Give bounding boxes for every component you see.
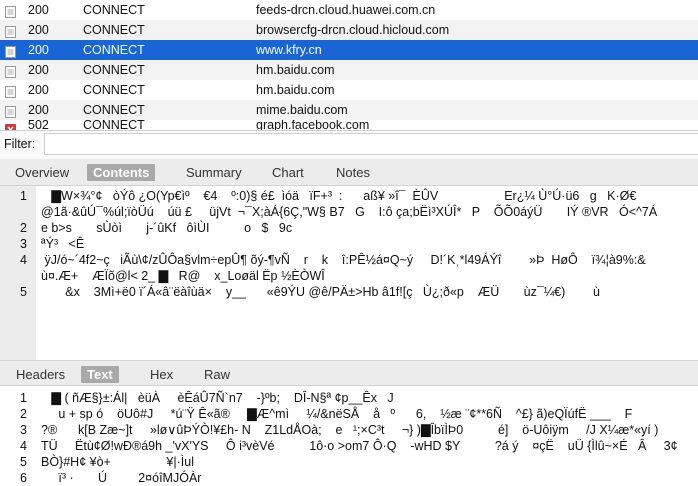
line-number: 5 [20,285,27,299]
tab-headers[interactable]: Headers [10,366,71,383]
line-text: ▇ ( ñÆ§}±:Ál| èüÀ èÊáÛ7Ñ`n7 -}ºb; DÎ-N§ª… [41,391,394,405]
content-line: 2 e b>s sÙòì j-´ûKf ôìÙI o $ 9c [0,220,698,236]
content-line: 4 ÿJ/ó~´4f2~ç iÃù\¢/zÛÔa§vlm÷epÛ¶ õý-¶vÑ… [0,252,698,268]
line-text: &x 3Mì+ë0 ï´Á«â¨ëàîùä× y__ «ê9ÝU @ê/PÄ±>… [41,285,600,299]
status-code: 200 [28,63,49,77]
content-line: 1 ▇W×¾°¢ òÝô ¿O(Yp€ìº €4 º:0)§ é£ ìóä ïF… [0,188,698,204]
line-number: 1 [20,189,27,203]
request-list: 200 CONNECT feeds-drcn.cloud.huawei.com.cn… [0,0,698,130]
content-line: 5 BÒ}#H¢ ¥ò+ ¥|·Ìul [0,454,698,470]
content-line: @1ã·&ûÚ¯%úl;ïòÜú úü £ üjVt ¬¯X;àÁ{6Ç,"W§… [0,204,698,220]
request-host: www.kfry.cn [256,43,322,57]
content-line: 6 ï³ · Ú 2¤óîMJÓÀr [0,470,698,486]
content-line: 3 ?® k[B Zæ~]t »lø∨ûÞÝÒ!¥£h- N Z1LdÅOà; e… [0,422,698,438]
line-number: 5 [20,455,27,469]
request-row[interactable]: 200 CONNECT browsercfg-drcn.cloud.hicloud.… [0,20,698,40]
line-number: 6 [20,471,27,485]
request-contents-pane[interactable]: 1 ▇W×¾°¢ òÝô ¿O(Yp€ìº €4 º:0)§ é£ ìóä ïF… [0,186,698,361]
request-method: CONNECT [83,3,145,17]
filter-bar: Filter: [0,130,698,160]
line-text: ?® k[B Zæ~]t »lø∨ûÞÝÒ!¥£h- N Z1LdÅOà; e … [41,423,659,437]
content-line: 3 ªÝ³ <Ê [0,236,698,252]
error-icon [5,122,16,130]
lock-document-icon [5,44,16,58]
lock-document-icon [5,24,16,38]
line-number: 4 [20,253,27,267]
request-tab-bar: Overview Contents Summary Chart Notes [0,159,698,186]
status-code: 200 [28,43,49,57]
response-tab-bar: Headers Text Hex Raw [0,361,698,386]
content-line: 1 ▇ ( ñÆ§}±:Ál| èüÀ èÊáÛ7Ñ`n7 -}ºb; DÎ-N… [0,390,698,406]
line-text: ªÝ³ <Ê [41,237,85,251]
filter-label: Filter: [4,137,36,151]
tab-raw[interactable]: Raw [198,366,236,383]
line-text: ï³ · Ú 2¤óîMJÓÀr [41,471,202,485]
lock-document-icon [5,64,16,78]
status-code: 200 [28,23,49,37]
request-method: CONNECT [83,43,145,57]
line-number: 1 [20,391,27,405]
request-method: CONNECT [83,63,145,77]
request-host: feeds-drcn.cloud.huawei.com.cn [256,3,436,17]
content-line: 4 TÜ Ëtù¢Ø!wÐ®á9h _'vX'YS Ô i³vèVé 1ô·o >… [0,438,698,454]
tab-chart[interactable]: Chart [266,164,310,181]
tab-notes[interactable]: Notes [330,164,376,181]
tab-summary[interactable]: Summary [180,164,248,181]
line-number: 2 [20,221,27,235]
line-text: ▇W×¾°¢ òÝô ¿O(Yp€ìº €4 º:0)§ é£ ìóä ïF+³… [41,189,637,203]
lock-document-icon [5,84,16,98]
request-row[interactable]: 200 CONNECT hm.baidu.com [0,80,698,100]
request-row[interactable]: 200 CONNECT hm.baidu.com [0,60,698,80]
content-line: 2 u + sp ó öUô#J *ú¨Ÿ Ê«ã® ▇Æ^mì ¼/&nëSÅ… [0,406,698,422]
status-code: 200 [28,83,49,97]
line-text: TÜ Ëtù¢Ø!wÐ®á9h _'vX'YS Ô i³vèVé 1ô·o >o… [41,439,678,453]
line-number: 3 [20,423,27,437]
line-number: 2 [20,407,27,421]
status-code: 502 [28,120,49,130]
tab-overview[interactable]: Overview [9,164,75,181]
response-text-pane[interactable]: 1 ▇ ( ñÆ§}±:Ál| èüÀ èÊáÛ7Ñ`n7 -}ºb; DÎ-N… [0,386,698,486]
status-code: 200 [28,3,49,17]
lock-document-icon [5,104,16,118]
request-method: CONNECT [83,23,145,37]
request-host: mime.baidu.com [256,103,348,117]
request-host: browsercfg-drcn.cloud.hicloud.com [256,23,450,37]
line-text: @1ã·&ûÚ¯%úl;ïòÜú úü £ üjVt ¬¯X;àÁ{6Ç,"W§… [41,205,658,219]
request-row[interactable]: 200 CONNECT feeds-drcn.cloud.huawei.com.cn [0,0,698,20]
request-method: CONNECT [83,83,145,97]
filter-input[interactable] [44,133,698,155]
request-method: CONNECT [83,103,145,117]
tab-hex[interactable]: Hex [144,366,179,383]
request-host: graph.facebook.com [256,120,370,130]
line-text: u + sp ó öUô#J *ú¨Ÿ Ê«ã® ▇Æ^mì ¼/&nëSÅ å… [41,407,633,421]
line-text: ÿJ/ó~´4f2~ç iÃù\¢/zÛÔa§vlm÷epÛ¶ õý-¶vÑ r… [41,253,646,267]
request-row[interactable]: 502 CONNECT graph.facebook.com [0,120,698,130]
line-text: e b>s sÙòì j-´ûKf ôìÙI o $ 9c [41,221,293,235]
line-text: ù¤.Æ+ ÆÏõ@l< 2_ ▇ R@ x_Loøäl Ëp ½ÈÒWÎ [41,269,325,283]
status-code: 200 [28,103,49,117]
line-number: 4 [20,439,27,453]
request-host: hm.baidu.com [256,83,335,97]
tab-contents[interactable]: Contents [87,164,156,181]
request-row[interactable]: 200 CONNECT mime.baidu.com [0,100,698,120]
content-line: 5 &x 3Mì+ë0 ï´Á«â¨ëàîùä× y__ «ê9ÝU @ê/PÄ… [0,284,698,300]
request-host: hm.baidu.com [256,63,335,77]
content-line: ù¤.Æ+ ÆÏõ@l< 2_ ▇ R@ x_Loøäl Ëp ½ÈÒWÎ [0,268,698,284]
request-method: CONNECT [83,120,145,130]
request-row[interactable]: 200 CONNECT www.kfry.cn [0,40,698,60]
line-text: BÒ}#H¢ ¥ò+ ¥|·Ìul [41,455,194,469]
line-number: 3 [20,237,27,251]
tab-text[interactable]: Text [81,366,119,383]
lock-document-icon [5,4,16,18]
